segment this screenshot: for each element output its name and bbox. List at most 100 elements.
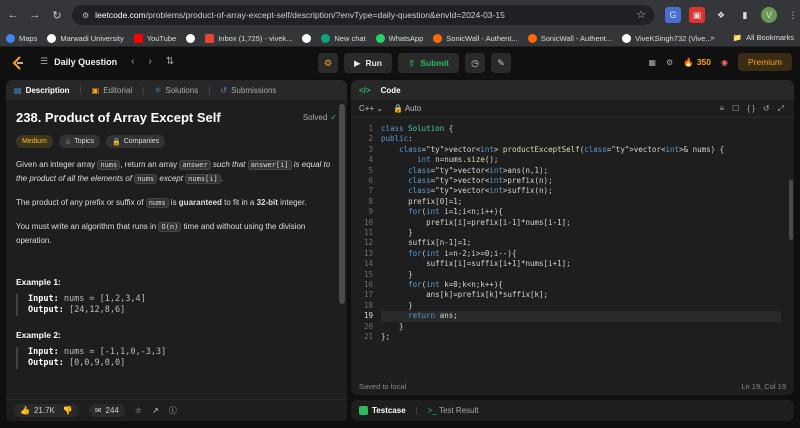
thumbs-down-icon[interactable]: 👎 xyxy=(63,406,73,415)
bookmark-icon[interactable]: ☐ xyxy=(732,104,739,114)
line-number: 1 xyxy=(368,124,373,133)
more-bookmarks-icon[interactable]: » xyxy=(711,33,715,42)
tab-editorial[interactable]: ▣ Editorial xyxy=(92,86,132,95)
avatar[interactable]: ◉ xyxy=(721,58,728,67)
example-1: Example 1: Input: nums = [1,2,3,4] Outpu… xyxy=(16,277,337,316)
code-scrollbar[interactable] xyxy=(789,180,793,240)
bookmark-item[interactable]: Marwadi University xyxy=(47,33,124,43)
companies-chip[interactable]: 🔒 Companies xyxy=(106,135,166,148)
notes-icon[interactable]: ✎ xyxy=(491,53,512,73)
braces-icon[interactable]: { } xyxy=(747,104,755,114)
tab-test-result[interactable]: >_ Test Result xyxy=(428,406,479,415)
comments-button[interactable]: ✉ 244 xyxy=(88,404,125,417)
code-line[interactable]: for(int i=n-2;i>=0;i--){ xyxy=(381,249,516,259)
code-line[interactable]: return ans; xyxy=(381,311,781,322)
sidebar-icon[interactable]: ▮ xyxy=(737,7,753,23)
code-line[interactable]: int n=nums.size(); xyxy=(381,155,498,165)
code-line[interactable]: for(int i=1;i<n;i++){ xyxy=(381,207,503,217)
bookmark-favicon-icon xyxy=(6,33,15,43)
topics-chip[interactable]: ♤ Topics xyxy=(58,135,101,148)
line-number: 19 xyxy=(363,311,373,321)
complexity-text: You must write an algorithm that runs in… xyxy=(16,222,306,245)
bookmark-item[interactable] xyxy=(186,33,196,43)
terminal-icon: >_ xyxy=(427,406,437,415)
bookmark-star-icon[interactable]: ☆ xyxy=(636,8,646,21)
forward-icon[interactable]: → xyxy=(26,6,44,24)
debug-icon[interactable]: ⚙ xyxy=(318,53,338,73)
reload-icon[interactable]: ↻ xyxy=(48,6,66,24)
extensions: G ▣ ❖ ▮ V ⋮ xyxy=(665,7,800,23)
shuffle-icon[interactable]: ⇅ xyxy=(166,56,174,67)
code-line[interactable]: } xyxy=(381,301,413,311)
tab-description[interactable]: ▤ Description xyxy=(14,86,70,95)
code-line[interactable]: for(int k=0;k<n;k++){ xyxy=(381,280,503,290)
bookmark-item[interactable]: YouTube xyxy=(133,33,176,43)
address-bar[interactable]: ⚙ leetcode.com/problems/product-of-array… xyxy=(72,5,654,25)
streak-counter[interactable]: 🔥 350 xyxy=(683,57,711,68)
settings-icon[interactable]: ⚙ xyxy=(666,58,673,67)
code-line[interactable]: prefix[0]=1; xyxy=(381,197,462,207)
code-line[interactable]: } xyxy=(381,228,413,238)
translate-icon[interactable]: G xyxy=(665,7,681,23)
prev-problem-icon[interactable]: ‹ xyxy=(131,56,134,67)
layout-icon[interactable]: ▦ xyxy=(648,58,656,67)
run-button[interactable]: ▶ Run xyxy=(344,53,393,73)
submit-button[interactable]: ⇧ Submit xyxy=(398,53,460,73)
share-icon[interactable]: ↗ xyxy=(152,406,159,415)
code-editor[interactable]: 1 class Solution {2 public: 3 class="ty">ve… xyxy=(351,118,794,341)
language-select[interactable]: C++ ⌄ xyxy=(359,104,383,113)
page-title[interactable]: 238. Product of Array Except Self xyxy=(16,110,221,125)
code-line[interactable]: }; xyxy=(381,332,390,342)
bookmark-item[interactable]: Inbox (1,725) - vivek... xyxy=(205,33,292,43)
back-icon[interactable]: ← xyxy=(4,6,22,24)
code-line[interactable]: class="ty">vector<int>ans(n,1); xyxy=(381,166,548,176)
star-icon[interactable]: ☆ xyxy=(135,406,142,415)
fullscreen-icon[interactable]: ⤢ xyxy=(778,104,784,114)
code-line[interactable]: suffix[n-1]=1; xyxy=(381,238,471,248)
bookmark-item[interactable] xyxy=(302,33,312,43)
tab-testcase[interactable]: Testcase xyxy=(359,406,406,415)
format-icon[interactable]: ≡ xyxy=(719,104,724,114)
premium-button[interactable]: Premium xyxy=(737,53,792,71)
line-number: 12 xyxy=(363,238,373,248)
code-line[interactable]: public: xyxy=(381,134,413,144)
tab-submissions[interactable]: ↺ Submissions xyxy=(220,86,276,95)
bookmark-item[interactable]: WhatsApp xyxy=(375,33,423,43)
code-line[interactable]: } xyxy=(381,270,413,280)
all-bookmarks[interactable]: » 📁 All Bookmarks xyxy=(711,33,794,42)
help-icon[interactable]: ⓘ xyxy=(169,405,177,416)
code-line[interactable]: class="ty">vector<int>suffix(n); xyxy=(381,186,553,196)
bookmarks-bar: Maps Marwadi University YouTube Inbox (1… xyxy=(0,30,800,47)
code-line[interactable]: class="ty">vector<int>prefix(n); xyxy=(381,176,553,186)
bookmark-item[interactable]: Maps xyxy=(6,33,37,43)
menu-icon[interactable]: ⋮ xyxy=(785,7,800,23)
site-info-icon[interactable]: ⚙ xyxy=(82,11,89,20)
auto-mode[interactable]: 🔒 Auto xyxy=(393,104,421,113)
leetcode-logo-icon[interactable] xyxy=(10,55,26,71)
timer-icon[interactable]: ◷ xyxy=(465,53,486,73)
description-scrollbar[interactable] xyxy=(339,104,345,304)
code-line[interactable]: ans[k]=prefix[k]*suffix[k]; xyxy=(381,290,548,300)
next-problem-icon[interactable]: › xyxy=(148,56,151,67)
browser-toolbar: ← → ↻ ⚙ leetcode.com/problems/product-of… xyxy=(0,0,800,30)
profile-avatar[interactable]: V xyxy=(761,7,777,23)
puzzle-icon[interactable]: ❖ xyxy=(713,7,729,23)
tab-solutions[interactable]: ⚛ Solutions xyxy=(154,86,198,95)
bookmark-item[interactable]: SonicWall - Authent... xyxy=(527,33,612,43)
code-line[interactable]: suffix[i]=suffix[i+1]*nums[i+1]; xyxy=(381,259,571,269)
bookmark-item[interactable]: New chat xyxy=(321,33,366,43)
line-number: 6 xyxy=(368,176,373,185)
fire-icon: 🔥 xyxy=(683,56,694,67)
bookmark-item[interactable]: ViveKSingh732 (Vive... xyxy=(622,33,712,43)
extension-icon[interactable]: ▣ xyxy=(689,7,705,23)
like-button[interactable]: 👍 21.7K 👎 xyxy=(14,404,79,417)
daily-question[interactable]: ☰ Daily Question ‹ › ⇅ xyxy=(40,56,174,67)
code-line[interactable]: } xyxy=(381,322,404,332)
reset-icon[interactable]: ↺ xyxy=(763,104,770,114)
account-tools: ▦ ⚙ 🔥 350 ◉ Premium xyxy=(648,53,792,71)
code-line[interactable]: prefix[i]=prefix[i-1]*nums[i-1]; xyxy=(381,218,571,228)
test-panel: Testcase | >_ Test Result xyxy=(351,400,794,421)
code-line[interactable]: class="ty">vector<int> productExceptSelf… xyxy=(381,145,724,155)
code-line[interactable]: class Solution { xyxy=(381,124,453,134)
bookmark-item[interactable]: SonicWall - Authent... xyxy=(433,33,518,43)
